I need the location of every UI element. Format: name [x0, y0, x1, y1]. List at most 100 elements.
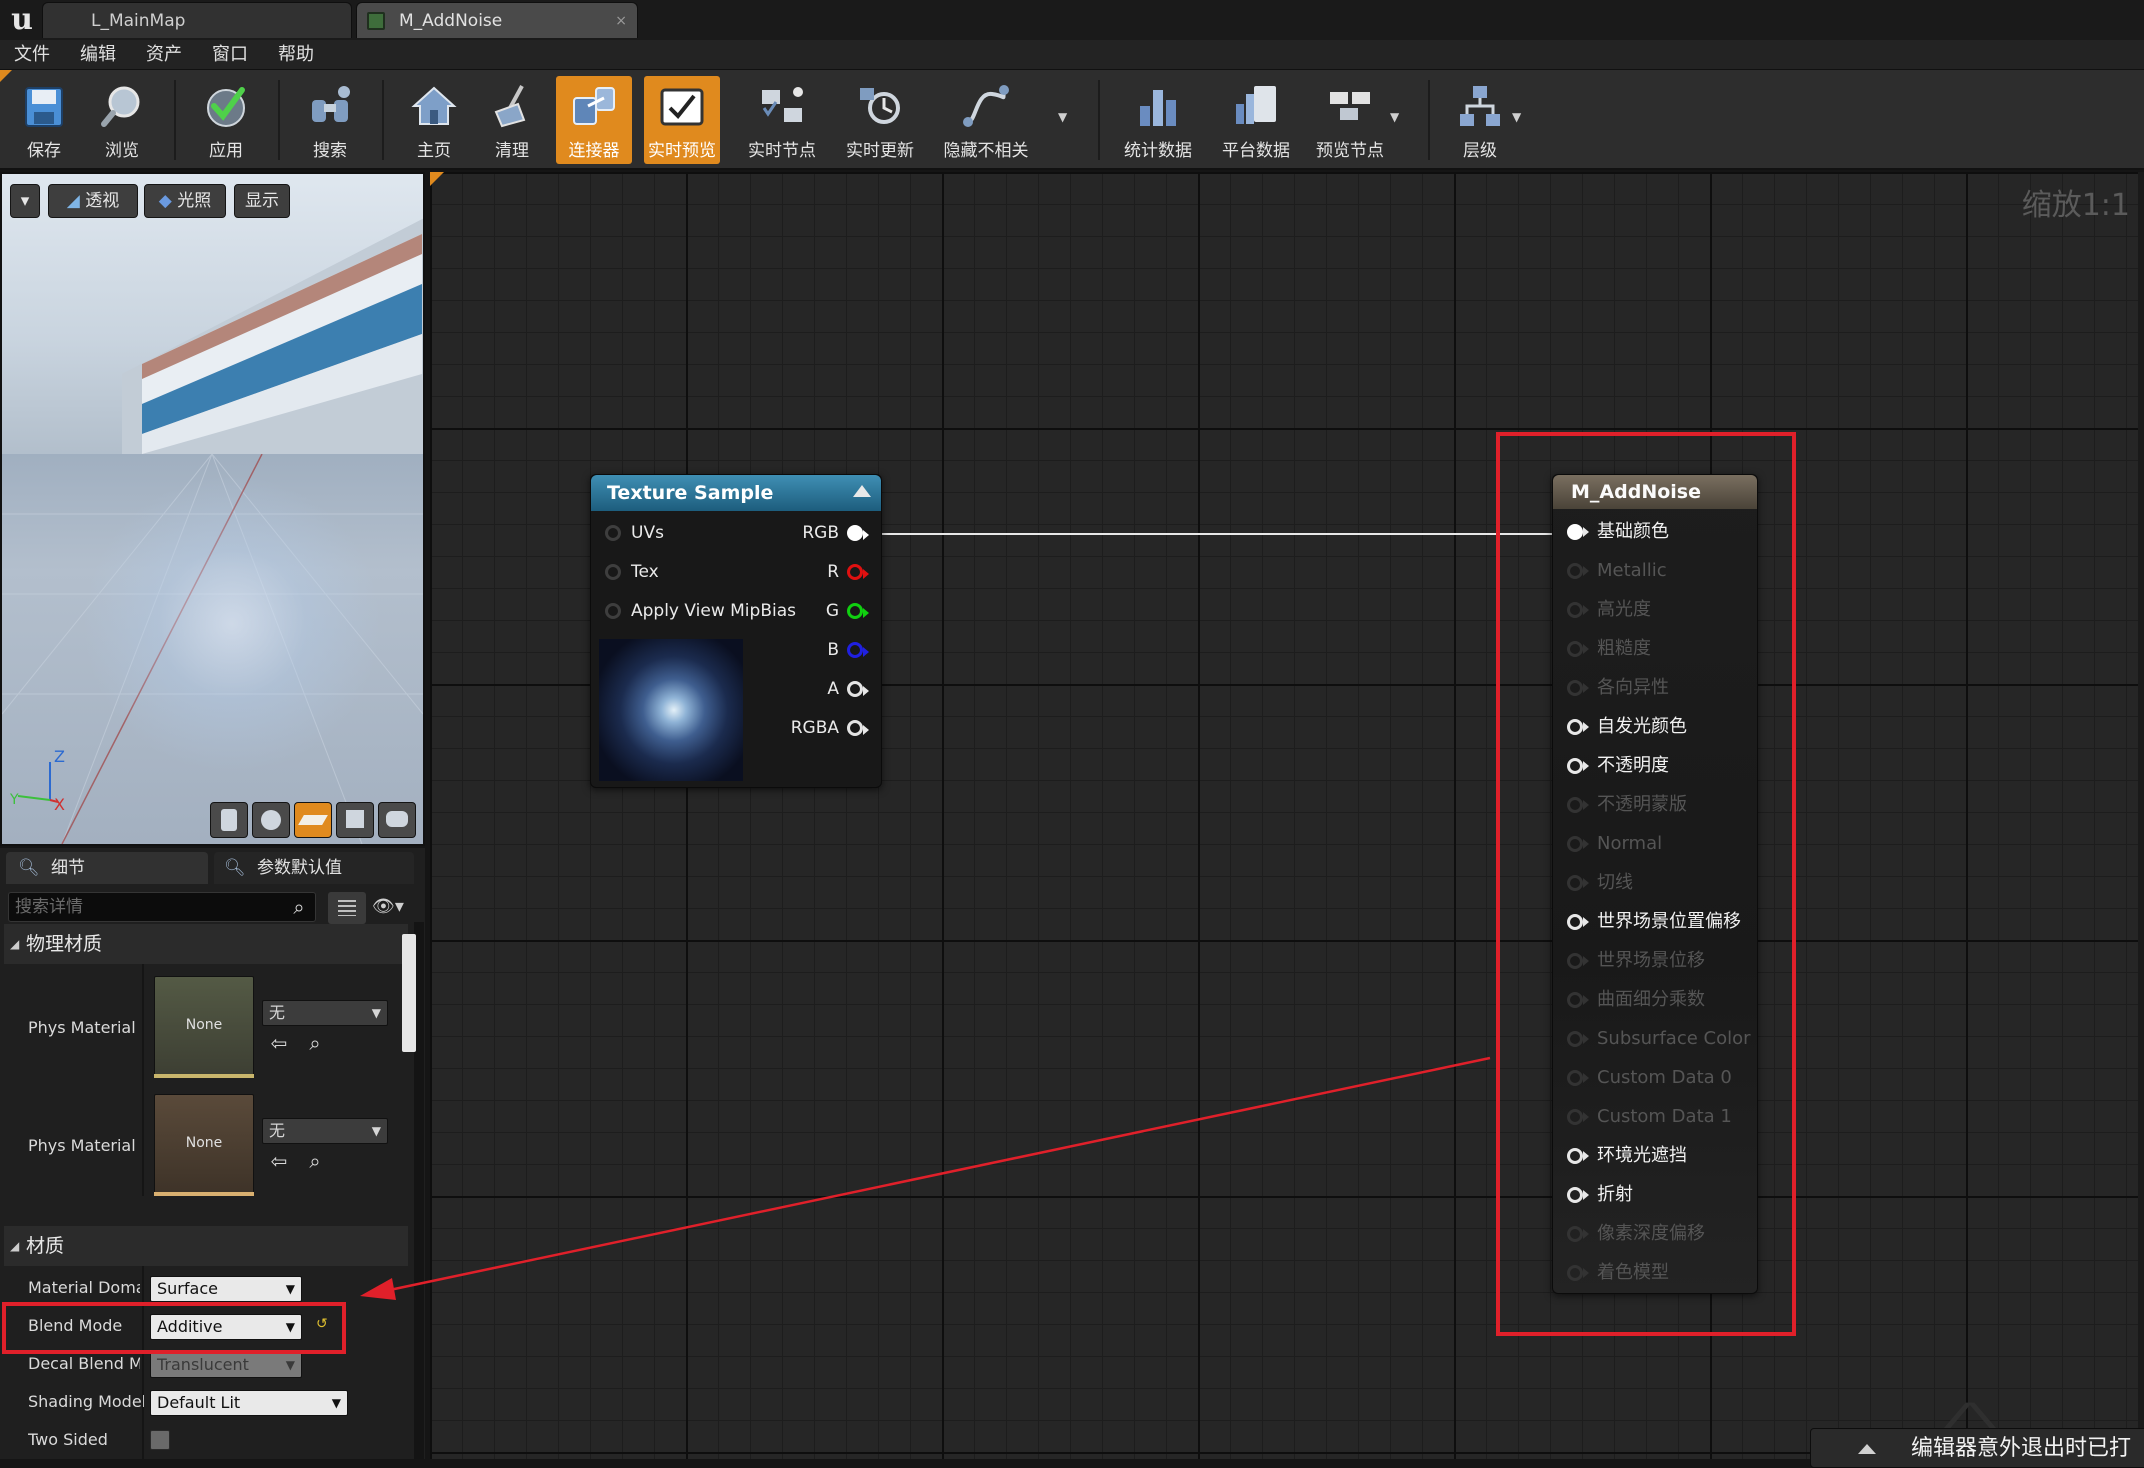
platform-stats-button[interactable]: 平台数据: [1218, 76, 1294, 164]
chevron-down-icon[interactable]: ▼: [1512, 110, 1526, 124]
live-preview-button[interactable]: 实时预览: [644, 76, 720, 164]
preview-cube-button[interactable]: [336, 802, 374, 838]
details-scrollbar-thumb[interactable]: [402, 934, 416, 1052]
show-button[interactable]: 显示: [234, 184, 290, 218]
material-graph-canvas[interactable]: 缩放1:1 Texture Sample UVs Tex Apply View …: [430, 172, 2144, 1459]
menu-edit[interactable]: 编辑: [80, 40, 116, 70]
phys-material-thumbnail[interactable]: None: [154, 976, 254, 1076]
shading-model-combo[interactable]: Default Lit ▼: [150, 1390, 348, 1416]
details-search-input[interactable]: 搜索详情: [8, 892, 316, 922]
tab-details[interactable]: 🔍︎ 细节: [6, 852, 208, 884]
preview-viewport[interactable]: ▾ ◢ 透视 ◆ 光照 显示 Z X Y: [0, 172, 425, 846]
browse-button[interactable]: 浏览: [84, 76, 160, 164]
material-domain-combo[interactable]: Surface ▼: [150, 1276, 302, 1302]
collapse-triangle-icon: ◢: [10, 937, 20, 951]
hierarchy-button[interactable]: 层级: [1442, 76, 1518, 164]
menu-asset[interactable]: 资产: [146, 40, 182, 70]
apply-button[interactable]: 应用: [188, 76, 264, 164]
browse-magnifier-icon[interactable]: ⌕: [304, 1032, 326, 1054]
collapse-arrow-icon[interactable]: [853, 485, 871, 497]
home-icon: [411, 86, 457, 125]
lit-button[interactable]: ◆ 光照: [144, 184, 226, 218]
input-label-apply-view-mipbias: Apply View MipBias: [631, 601, 796, 621]
use-selected-arrow-icon[interactable]: ⇦: [268, 1150, 290, 1172]
two-sided-checkbox[interactable]: [150, 1430, 170, 1450]
visibility-eye-icon[interactable]: 👁︎▾: [372, 896, 416, 920]
preview-sphere-button[interactable]: [252, 802, 290, 838]
live-nodes-icon: [762, 87, 803, 122]
stats-button[interactable]: 统计数据: [1120, 76, 1196, 164]
live-update-icon: [860, 88, 900, 124]
toolbar: 保存 浏览 应用 搜索 主页 清理 连接器 实时预览 实时节点 实时更新 隐藏不…: [0, 70, 2144, 170]
clean-button[interactable]: 清理: [474, 76, 550, 164]
details-column-divider: [142, 964, 144, 1196]
details-panel: 🔍︎ 细节 🔍︎ 参数默认值 搜索详情 ⌕ 👁︎▾ ◢ 物理材质 Phys Ma…: [0, 848, 425, 1459]
notification-expand-icon[interactable]: [1858, 1444, 1876, 1454]
phys-material-combo[interactable]: 无 ▼: [262, 1000, 388, 1026]
output-pin-rgba[interactable]: [847, 720, 863, 736]
search-button[interactable]: 搜索: [292, 76, 368, 164]
output-label-r: R: [827, 562, 839, 582]
texture-sample-node[interactable]: Texture Sample UVs Tex Apply View MipBia…: [590, 474, 882, 788]
connectors-button[interactable]: 连接器: [556, 76, 632, 164]
preview-mesh-button[interactable]: [378, 802, 416, 838]
close-icon[interactable]: ×: [615, 3, 627, 39]
browse-magnifier-icon[interactable]: ⌕: [304, 1150, 326, 1172]
perspective-button[interactable]: ◢ 透视: [48, 184, 138, 218]
toolbar-divider: [278, 80, 280, 160]
preview-plane-button[interactable]: [294, 802, 332, 838]
menu-help[interactable]: 帮助: [278, 40, 314, 70]
input-pin-uvs[interactable]: [605, 525, 621, 541]
unreal-logo-icon[interactable]: u: [4, 2, 40, 38]
chevron-down-icon: ▼: [285, 1282, 295, 1296]
preview-node-button[interactable]: 预览节点: [1312, 76, 1388, 164]
magnifier-icon: 🔍︎: [224, 858, 246, 878]
live-update-button[interactable]: 实时更新: [842, 76, 918, 164]
section-material[interactable]: ◢ 材质: [4, 1226, 408, 1266]
toolbar-divider: [1428, 80, 1430, 160]
output-pin-b[interactable]: [847, 642, 863, 658]
view-options-grid-icon[interactable]: [328, 892, 366, 924]
save-button[interactable]: 保存: [6, 76, 82, 164]
output-pin-r[interactable]: [847, 564, 863, 580]
viewport-options-dropdown[interactable]: ▾: [10, 184, 40, 218]
chevron-down-icon[interactable]: ▼: [1058, 110, 1072, 124]
tab-param-defaults[interactable]: 🔍︎ 参数默认值: [214, 852, 414, 884]
input-pin-tex[interactable]: [605, 564, 621, 580]
output-pin-g[interactable]: [847, 603, 863, 619]
pin-arrow-b: [863, 647, 869, 657]
pin-arrow-r: [863, 569, 869, 579]
phys-material-mask-combo[interactable]: 无 ▼: [262, 1118, 388, 1144]
phys-material-mask-thumbnail[interactable]: None: [154, 1094, 254, 1194]
input-pin-apply-view-mipbias[interactable]: [605, 603, 621, 619]
output-pin-rgb[interactable]: [847, 525, 863, 541]
material-domain-label: Material Domain: [28, 1278, 140, 1297]
texture-preview-thumbnail: [599, 639, 743, 781]
cylinder-icon: [221, 809, 237, 831]
viewport-noise-sphere: [82, 474, 382, 774]
home-button[interactable]: 主页: [396, 76, 472, 164]
section-physical-material[interactable]: ◢ 物理材质: [4, 924, 408, 964]
teapot-icon: [386, 811, 408, 827]
menu-window[interactable]: 窗口: [212, 40, 248, 70]
hide-unrelated-icon: [963, 85, 1009, 127]
cube-icon: [346, 810, 364, 828]
output-label-rgba: RGBA: [790, 718, 839, 738]
chevron-down-icon: ▼: [331, 1396, 341, 1410]
hide-unrelated-button[interactable]: 隐藏不相关: [944, 76, 1029, 164]
tab-material-editor[interactable]: M_AddNoise ×: [356, 2, 638, 38]
preview-cylinder-button[interactable]: [210, 802, 248, 838]
annotation-highlight-blend-mode: [2, 1302, 346, 1354]
chevron-down-icon[interactable]: ▼: [1390, 110, 1404, 124]
pin-arrow-rgba: [863, 725, 869, 735]
tab-main-map[interactable]: L_MainMap: [42, 2, 352, 38]
axis-x-label: X: [54, 795, 65, 810]
output-label-rgb: RGB: [802, 523, 839, 543]
output-pin-a[interactable]: [847, 681, 863, 697]
magnifier-browse-icon: [101, 86, 140, 127]
menu-file[interactable]: 文件: [14, 40, 50, 70]
use-selected-arrow-icon[interactable]: ⇦: [268, 1032, 290, 1054]
viewport-building: [122, 218, 423, 464]
live-nodes-button[interactable]: 实时节点: [744, 76, 820, 164]
preview-node-icon: [1330, 92, 1370, 120]
